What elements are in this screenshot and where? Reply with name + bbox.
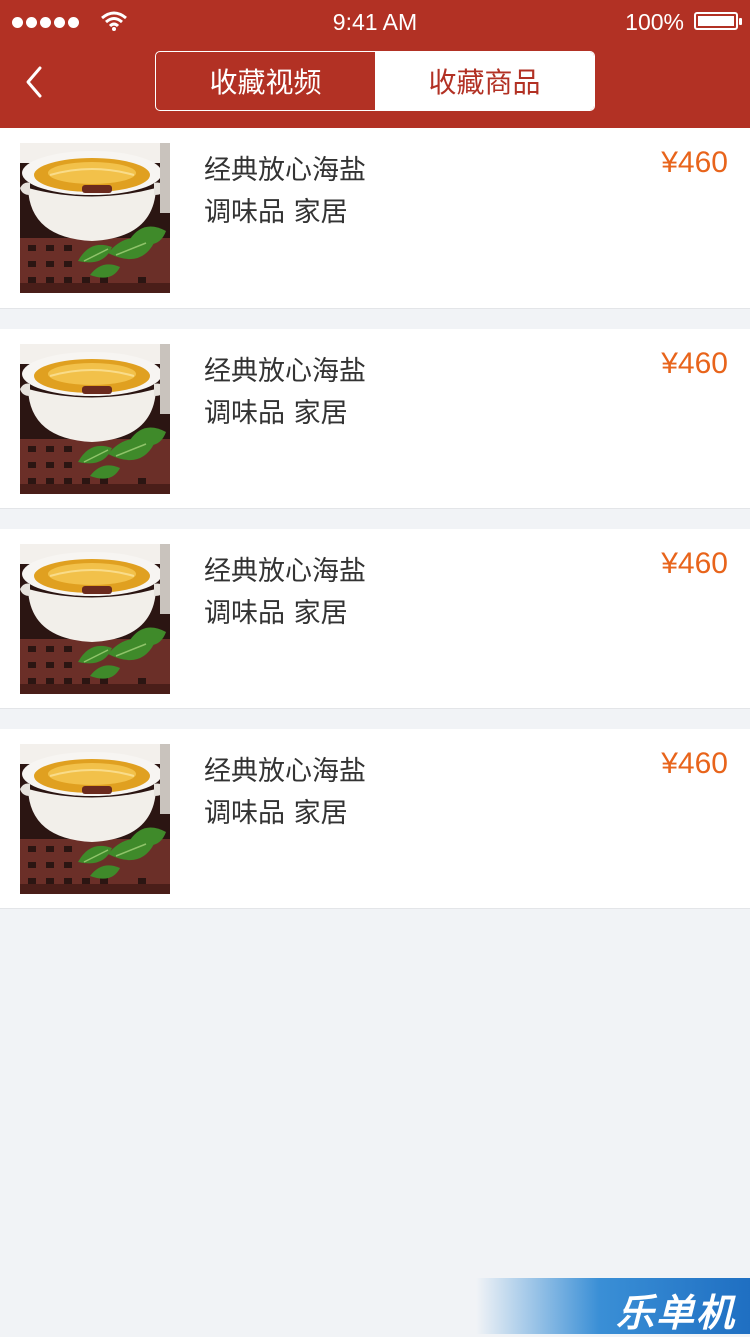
product-tags: 调味品 家居 xyxy=(204,798,348,829)
product-item[interactable]: 经典放心海盐 调味品 家居 ¥460 xyxy=(0,128,750,309)
product-thumbnail xyxy=(20,544,170,694)
product-tags: 调味品 家居 xyxy=(204,197,348,228)
product-thumbnail xyxy=(20,344,170,494)
battery-icon xyxy=(694,12,742,30)
watermark-logo: 乐单机 xyxy=(476,1278,750,1335)
product-tags: 调味品 家居 xyxy=(204,598,348,629)
product-thumbnail xyxy=(20,744,170,894)
product-tags: 调味品 家居 xyxy=(204,398,348,429)
status-bar: 9:41 AM 100% xyxy=(0,0,750,46)
product-item[interactable]: 经典放心海盐 调味品 家居 ¥460 xyxy=(0,329,750,509)
product-price: ¥460 xyxy=(661,146,728,179)
product-price: ¥460 xyxy=(661,347,728,380)
product-item[interactable]: 经典放心海盐 调味品 家居 ¥460 xyxy=(0,729,750,909)
chevron-left-icon[interactable] xyxy=(18,62,52,102)
product-name: 经典放心海盐 xyxy=(204,756,366,787)
product-thumbnail xyxy=(20,143,170,293)
product-item[interactable]: 经典放心海盐 调味品 家居 ¥460 xyxy=(0,529,750,709)
header-bar: 9:41 AM 100% 收藏视频 收藏商品 xyxy=(0,0,750,128)
product-list: 经典放心海盐 调味品 家居 ¥460 经典放心海盐 调味品 家居 ¥460 经典… xyxy=(0,128,750,929)
segmented-control: 收藏视频 收藏商品 xyxy=(155,51,595,111)
battery-percentage: 100% xyxy=(625,9,684,35)
watermark-text: 乐单机 xyxy=(615,1291,736,1335)
tab-favorite-products[interactable]: 收藏商品 xyxy=(375,52,594,110)
product-name: 经典放心海盐 xyxy=(204,556,366,587)
product-name: 经典放心海盐 xyxy=(204,155,366,186)
product-name: 经典放心海盐 xyxy=(204,356,366,387)
tab-favorite-videos[interactable]: 收藏视频 xyxy=(156,52,375,110)
product-price: ¥460 xyxy=(661,747,728,780)
product-price: ¥460 xyxy=(661,547,728,580)
